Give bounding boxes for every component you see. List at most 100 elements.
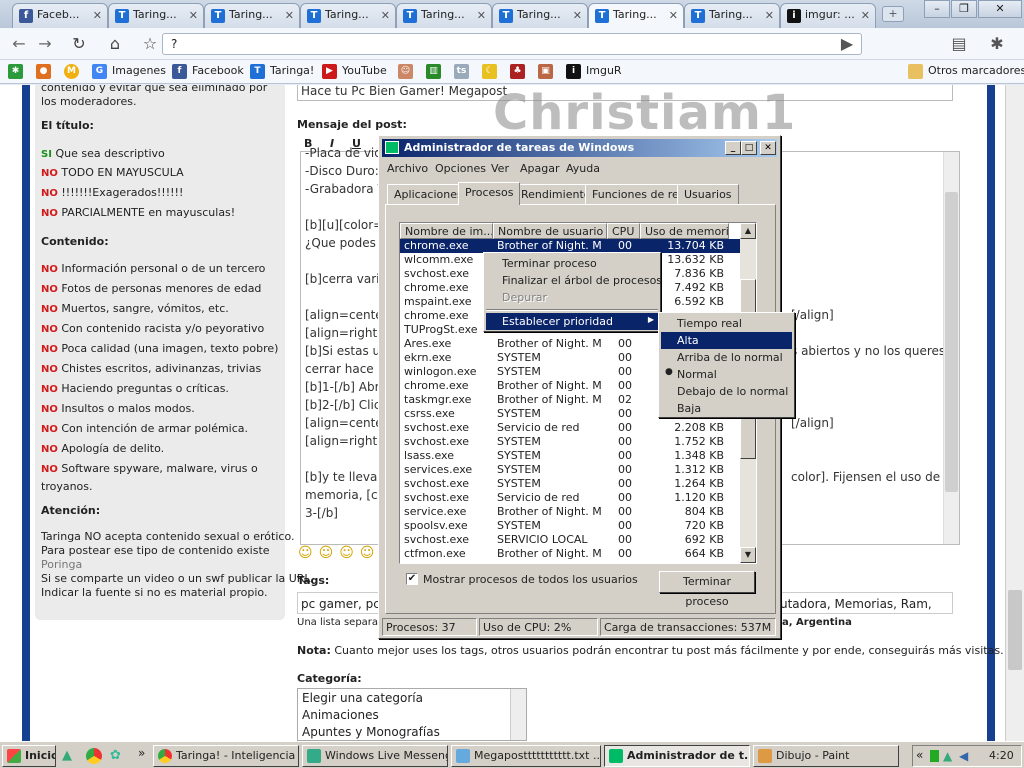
browser-tab[interactable]: T Taring... ✕ bbox=[204, 3, 300, 28]
volume-icon[interactable]: ◀ bbox=[959, 749, 968, 763]
process-row[interactable]: ctfmon.exe Brother of Night. M 00 664 KB bbox=[400, 547, 740, 561]
poringa-link[interactable]: Poringa bbox=[41, 558, 82, 571]
smiley-bar[interactable]: ☺☺☺☺ bbox=[298, 545, 380, 561]
taskbar-button-paint[interactable]: Dibujo - Paint bbox=[753, 745, 899, 767]
quicklaunch-icon[interactable]: ▲ bbox=[62, 748, 78, 764]
home-icon[interactable]: ⌂ bbox=[104, 34, 126, 54]
page-scrollbar[interactable] bbox=[1005, 85, 1024, 741]
priority-normal[interactable]: ● Normal bbox=[661, 366, 792, 383]
process-row[interactable]: spoolsv.exe SYSTEM 00 720 KB bbox=[400, 519, 740, 533]
bookmark-item[interactable]: ▥ bbox=[426, 64, 442, 80]
close-icon[interactable]: ✕ bbox=[760, 141, 776, 155]
minimize-icon[interactable]: _ bbox=[725, 141, 741, 155]
process-row[interactable]: svchost.exe Servicio de red 00 2.208 KB bbox=[400, 421, 740, 435]
category-select[interactable]: Elegir una categoría Animaciones Apuntes… bbox=[297, 688, 527, 741]
category-scrollbar[interactable] bbox=[510, 689, 526, 740]
menu-terminar-proceso[interactable]: Terminar proceso bbox=[486, 255, 658, 272]
taskbar-button-taskmgr[interactable]: Administrador de t... bbox=[604, 745, 750, 767]
taskbar-button-messenger[interactable]: Windows Live Messenger bbox=[302, 745, 448, 767]
bookmark-item[interactable]: ✱ bbox=[8, 64, 24, 80]
process-row[interactable]: chrome.exe Brother of Night. M 00 13.704 KB bbox=[400, 239, 740, 253]
minimize-icon[interactable]: – bbox=[924, 0, 950, 18]
close-icon[interactable]: ✕ bbox=[765, 9, 774, 22]
process-row[interactable]: svchost.exe SYSTEM 00 1.752 KB bbox=[400, 435, 740, 449]
close-icon[interactable]: ✕ bbox=[381, 9, 390, 22]
close-icon[interactable]: ✕ bbox=[285, 9, 294, 22]
chrome-icon[interactable] bbox=[86, 748, 102, 764]
forward-icon[interactable]: → bbox=[34, 34, 56, 54]
wrench-icon[interactable]: ✱ bbox=[986, 34, 1008, 54]
close-icon[interactable]: ✕ bbox=[189, 9, 198, 22]
scroll-down-icon[interactable]: ▼ bbox=[740, 547, 756, 563]
bookmark-youtube[interactable]: ▶ YouTube bbox=[322, 64, 387, 80]
scroll-up-icon[interactable]: ▲ bbox=[740, 223, 756, 239]
menu-apagar[interactable]: Apagar bbox=[520, 162, 560, 175]
priority-debajo-normal[interactable]: Debajo de lo normal bbox=[661, 383, 792, 400]
show-all-checkbox[interactable]: ✔ bbox=[406, 573, 418, 585]
quicklaunch-expand-icon[interactable]: » bbox=[138, 746, 145, 760]
address-bar[interactable]: ? bbox=[162, 33, 862, 55]
priority-baja[interactable]: Baja bbox=[661, 400, 792, 417]
priority-tiempo-real[interactable]: Tiempo real bbox=[661, 315, 792, 332]
tray-expand-icon[interactable]: « bbox=[916, 748, 923, 762]
column-header-memory[interactable]: Uso de memoria bbox=[640, 223, 729, 239]
column-header-name[interactable]: Nombre de im... bbox=[400, 223, 493, 239]
task-manager-titlebar[interactable]: Administrador de tareas de Windows _ □ ✕ bbox=[382, 139, 777, 157]
maximize-icon[interactable]: □ bbox=[741, 141, 757, 155]
browser-tab[interactable]: f Faceb... ✕ bbox=[12, 3, 108, 28]
menu-finalizar-arbol[interactable]: Finalizar el árbol de procesos bbox=[486, 272, 662, 289]
bookmark-item[interactable]: ☺ bbox=[398, 64, 414, 80]
bookmark-item[interactable]: ts bbox=[454, 64, 470, 80]
go-icon[interactable]: ▶ bbox=[836, 34, 858, 54]
menu-ver[interactable]: Ver bbox=[491, 162, 509, 175]
bookmark-item[interactable]: ☾ bbox=[482, 64, 498, 80]
priority-arriba-normal[interactable]: Arriba de lo normal bbox=[661, 349, 792, 366]
tab-usuarios[interactable]: Usuarios bbox=[677, 184, 739, 204]
process-row[interactable]: services.exe SYSTEM 00 1.312 KB bbox=[400, 463, 740, 477]
taskbar-button-notepad[interactable]: Megaposttttttttttt.txt ... bbox=[451, 745, 601, 767]
browser-tab[interactable]: T Taring... ✕ bbox=[108, 3, 204, 28]
browser-tab[interactable]: T Taring... ✕ bbox=[684, 3, 780, 28]
menu-opciones[interactable]: Opciones bbox=[435, 162, 486, 175]
browser-tab-active[interactable]: T Taring... ✕ bbox=[588, 3, 684, 29]
maximize-icon[interactable]: ❐ bbox=[951, 0, 977, 18]
scroll-thumb[interactable] bbox=[1008, 590, 1022, 670]
close-icon[interactable]: ✕ bbox=[669, 9, 678, 22]
column-header-user[interactable]: Nombre de usuario bbox=[493, 223, 607, 239]
close-window-icon[interactable]: ✕ bbox=[978, 0, 1022, 18]
scroll-thumb[interactable] bbox=[945, 192, 958, 492]
browser-tab[interactable]: T Taring... ✕ bbox=[396, 3, 492, 28]
close-icon[interactable]: ✕ bbox=[477, 9, 486, 22]
process-row[interactable]: svchost.exe SYSTEM 00 1.264 KB bbox=[400, 477, 740, 491]
menu-archivo[interactable]: Archivo bbox=[387, 162, 428, 175]
bookmark-item[interactable]: ♣ bbox=[510, 64, 526, 80]
column-header-cpu[interactable]: CPU bbox=[607, 223, 640, 239]
reload-icon[interactable]: ↻ bbox=[68, 34, 90, 54]
menu-establecer-prioridad[interactable]: Establecer prioridad ▶ bbox=[486, 313, 658, 330]
editor-scrollbar[interactable] bbox=[943, 152, 959, 544]
close-icon[interactable]: ✕ bbox=[93, 9, 102, 22]
taskbar-button-taringa[interactable]: Taringa! - Inteligencia ... bbox=[153, 745, 299, 767]
back-icon[interactable]: ← bbox=[8, 34, 30, 54]
network-icon[interactable]: ▲ bbox=[943, 749, 952, 763]
close-icon[interactable]: ✕ bbox=[861, 9, 870, 22]
browser-tab[interactable]: i imgur: ... ✕ bbox=[780, 3, 876, 28]
end-process-button[interactable]: Terminar proceso bbox=[659, 571, 755, 608]
tab-procesos[interactable]: Procesos bbox=[458, 182, 521, 205]
process-row[interactable]: svchost.exe SERVICIO LOCAL 00 692 KB bbox=[400, 533, 740, 547]
bookmark-item[interactable]: ● bbox=[36, 64, 52, 80]
browser-tab[interactable]: T Taring... ✕ bbox=[300, 3, 396, 28]
bookmark-imagenes[interactable]: G Imagenes bbox=[92, 64, 166, 80]
close-icon[interactable]: ✕ bbox=[573, 9, 582, 22]
browser-tab[interactable]: T Taring... ✕ bbox=[492, 3, 588, 28]
star-icon[interactable]: ☆ bbox=[139, 34, 161, 54]
menu-ayuda[interactable]: Ayuda bbox=[566, 162, 600, 175]
page-menu-icon[interactable]: ▤ bbox=[948, 34, 970, 54]
bookmark-item[interactable]: ▣ bbox=[538, 64, 554, 80]
battery-icon[interactable] bbox=[930, 750, 939, 762]
process-row[interactable]: svchost.exe Servicio de red 00 1.120 KB bbox=[400, 491, 740, 505]
start-button[interactable]: Inicio bbox=[2, 745, 56, 767]
bookmark-taringa[interactable]: T Taringa! bbox=[250, 64, 314, 80]
process-row[interactable]: lsass.exe SYSTEM 00 1.348 KB bbox=[400, 449, 740, 463]
bookmark-imgur[interactable]: i ImguR bbox=[566, 64, 622, 80]
